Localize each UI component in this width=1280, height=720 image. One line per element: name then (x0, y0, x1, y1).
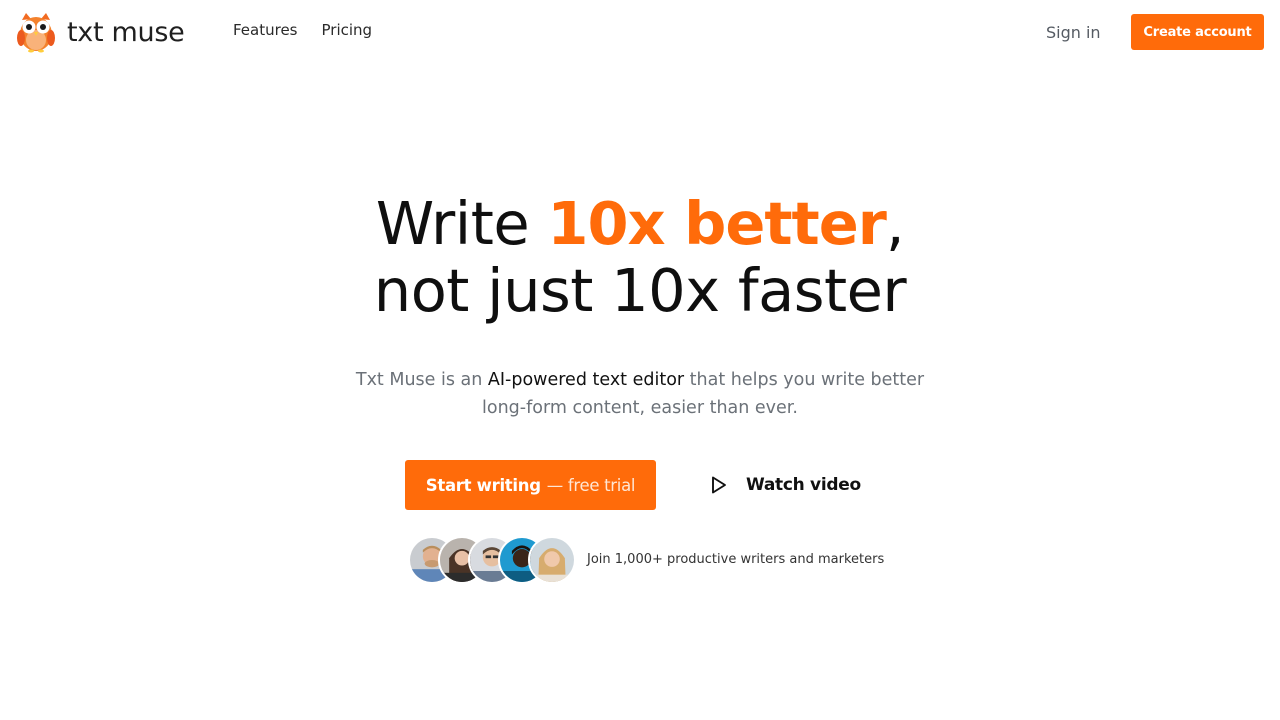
nav-link-features[interactable]: Features (233, 21, 298, 39)
avatar-stack (408, 536, 578, 584)
hero-subtitle-strong: AI-powered text editor (487, 370, 685, 390)
cta-row: Start writing — free trial Watch video (0, 460, 1280, 510)
hero-subtitle: Txt Muse is an AI-powered text editor th… (340, 366, 940, 422)
social-proof: Join 1,000+ productive writers and marke… (408, 536, 888, 584)
create-account-button[interactable]: Create account (1131, 14, 1264, 50)
watch-video-label: Watch video (746, 475, 861, 495)
hero-subtitle-prefix: Txt Muse is an (355, 370, 488, 390)
sign-in-link[interactable]: Sign in (1046, 23, 1101, 42)
hero-title-suffix: , (885, 189, 905, 258)
free-trial-label: — free trial (546, 475, 636, 495)
hero-title-prefix: Write (375, 189, 548, 258)
logo-text: txt muse (67, 16, 185, 48)
hero-title: Write 10x better, not just 10x faster (0, 190, 1280, 324)
owl-logo-icon (17, 13, 55, 53)
hero-title-accent: 10x better (547, 189, 886, 258)
site-header: txt muse Features Pricing Sign in Create… (0, 0, 1280, 64)
start-writing-button[interactable]: Start writing — free trial (405, 460, 656, 510)
logo-link[interactable]: txt muse (14, 10, 185, 54)
social-proof-text: Join 1,000+ productive writers and marke… (587, 552, 885, 567)
main-nav: Features Pricing (233, 21, 372, 39)
avatar (528, 536, 576, 584)
watch-video-button[interactable]: Watch video (708, 460, 861, 510)
play-icon (712, 476, 726, 494)
nav-link-pricing[interactable]: Pricing (322, 21, 373, 39)
start-writing-label: Start writing (425, 475, 541, 495)
hero-title-line2: not just 10x faster (373, 256, 907, 325)
